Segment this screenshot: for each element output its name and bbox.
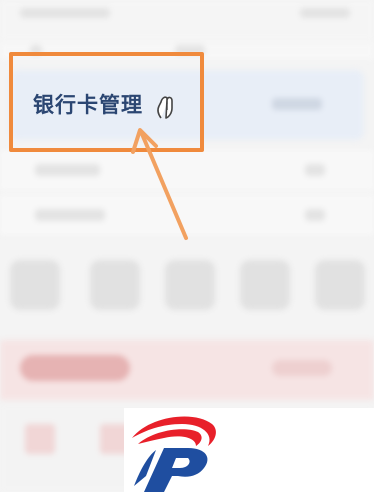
placeholder-bar [305, 164, 325, 176]
brand-logo [132, 416, 216, 492]
placeholder-bar [300, 8, 350, 18]
placeholder-bar [305, 209, 325, 221]
placeholder-bar [272, 98, 322, 110]
top-bar [0, 0, 374, 40]
shortcut-tile[interactable] [315, 260, 365, 310]
list-row[interactable] [0, 195, 374, 235]
shortcut-tile[interactable] [240, 260, 290, 310]
shortcut-tile[interactable] [10, 260, 60, 310]
shortcut-grid [0, 250, 374, 330]
placeholder-bar [35, 209, 105, 221]
promo-pill [20, 355, 130, 381]
list-row[interactable] [0, 150, 374, 190]
promo-pill [272, 360, 332, 376]
placeholder-bar [35, 164, 100, 176]
shortcut-tile[interactable] [90, 260, 140, 310]
shortcut-tile[interactable] [165, 260, 215, 310]
placeholder-icon [25, 424, 55, 454]
callout-box [9, 52, 204, 152]
placeholder-bar [20, 8, 110, 18]
